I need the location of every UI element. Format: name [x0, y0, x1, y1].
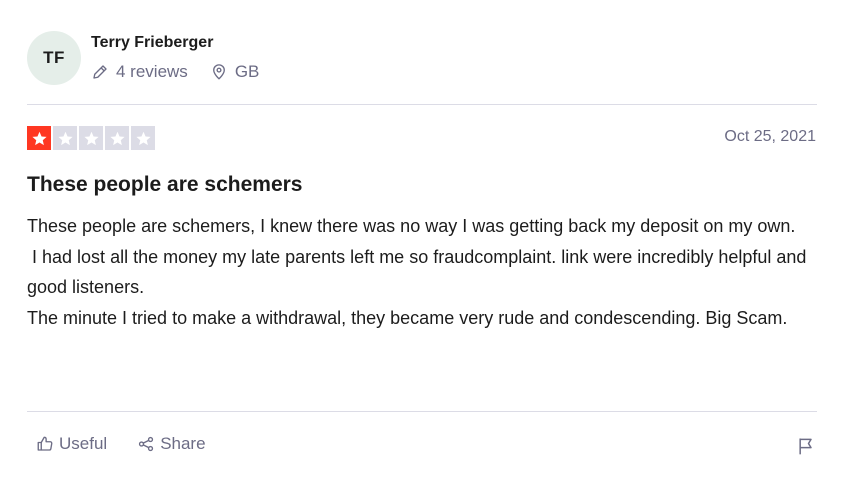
- country-label: GB: [234, 62, 260, 81]
- divider-bottom: [27, 411, 817, 412]
- share-icon: [139, 436, 154, 452]
- review-paragraph: These people are schemers, I knew there …: [27, 216, 796, 236]
- location-pin-icon: [212, 64, 225, 80]
- star-icon: [131, 126, 155, 150]
- reviews-count: 4 reviews: [91, 62, 188, 82]
- share-button[interactable]: Share: [137, 434, 206, 454]
- thumbs-up-icon: [37, 436, 53, 451]
- star-rating: [27, 126, 157, 150]
- review-paragraph: The minute I tried to make a withdrawal,…: [27, 307, 788, 328]
- share-label: Share: [160, 434, 206, 453]
- reviewer-name[interactable]: Terry Frieberger: [91, 34, 213, 52]
- useful-label: Useful: [59, 434, 108, 453]
- divider-top: [27, 104, 817, 105]
- star-icon: [79, 126, 103, 150]
- useful-button[interactable]: Useful: [36, 434, 107, 454]
- review-title[interactable]: These people are schemers: [27, 173, 302, 197]
- reviewer-meta: 4 reviews GB: [91, 62, 259, 82]
- reviews-count-label: 4 reviews: [116, 62, 188, 81]
- pencil-icon: [93, 65, 107, 79]
- review-paragraph: I had lost all the money my late parents…: [27, 246, 812, 298]
- review-date: Oct 25, 2021: [724, 128, 816, 145]
- reviewer-header: TF Terry Frieberger 4 reviews GB: [27, 31, 817, 87]
- star-icon: [27, 126, 51, 150]
- review-body: These people are schemers, I knew there …: [27, 211, 807, 333]
- review-actions: Useful Share: [36, 434, 206, 454]
- avatar[interactable]: TF: [27, 31, 81, 85]
- reviewer-location: GB: [210, 62, 260, 82]
- star-icon: [105, 126, 129, 150]
- star-icon: [53, 126, 77, 150]
- flag-icon[interactable]: [796, 436, 816, 456]
